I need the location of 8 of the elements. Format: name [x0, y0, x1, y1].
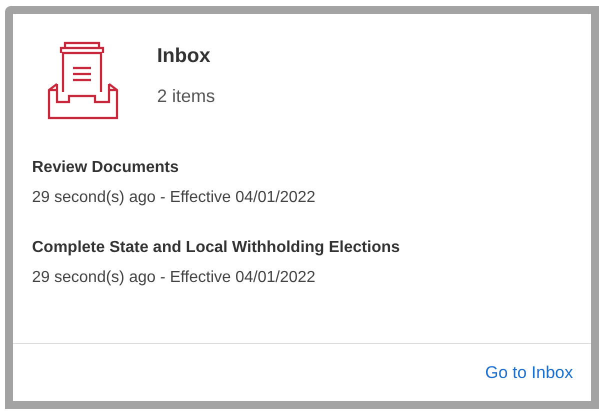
inbox-tray-icon — [45, 40, 121, 120]
go-to-inbox-link[interactable]: Go to Inbox — [485, 360, 573, 386]
inbox-item-meta: 29 second(s) ago - Effective 04/01/2022 — [32, 268, 316, 288]
inbox-item-meta: 29 second(s) ago - Effective 04/01/2022 — [32, 188, 316, 208]
inbox-title: Inbox — [157, 44, 212, 68]
inbox-item-title[interactable]: Review Documents — [32, 156, 591, 180]
item-count: 2 items — [157, 84, 216, 108]
inbox-item-title[interactable]: Complete State and Local Withholding Elections — [32, 236, 591, 260]
